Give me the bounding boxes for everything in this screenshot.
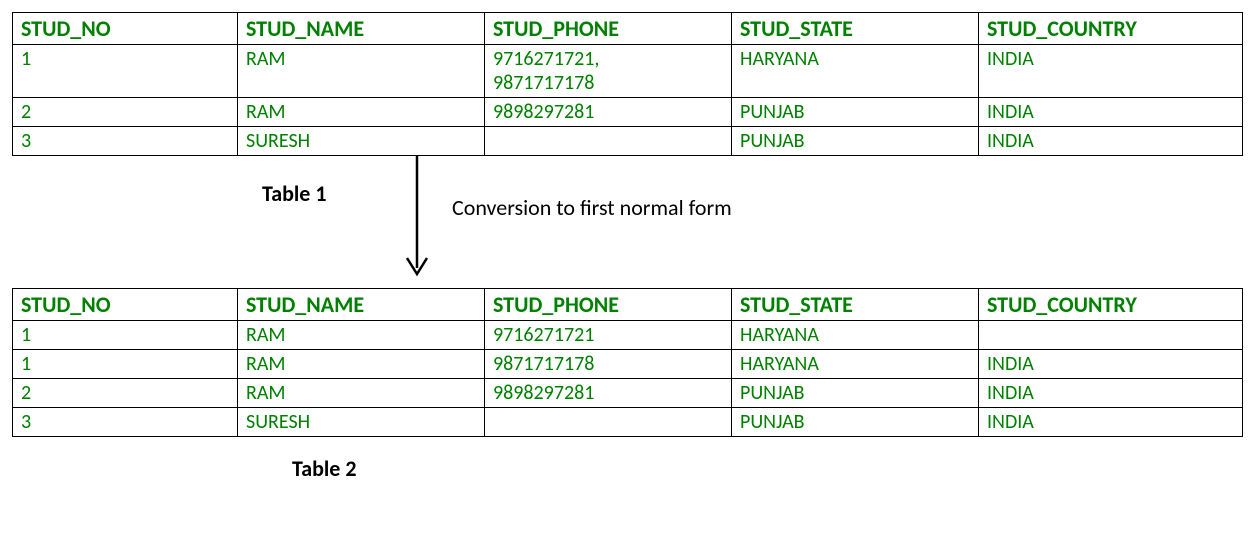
table-cell: INDIA [979,98,1243,127]
table-cell: INDIA [979,127,1243,156]
table-cell: RAM [238,45,485,98]
table-cell: 1 [13,350,238,379]
table-cell: HARYANA [732,350,979,379]
table-cell [485,408,732,437]
table-1-header: STUD_NAME [238,13,485,45]
table-2-header: STUD_COUNTRY [979,289,1243,321]
table-cell: 1 [13,45,238,98]
table-cell: PUNJAB [732,408,979,437]
table-2-caption: Table 2 [292,455,1245,482]
table-1: STUD_NO STUD_NAME STUD_PHONE STUD_STATE … [12,12,1243,156]
table-cell: 9898297281 [485,379,732,408]
table-cell: 9716271721, 9871717178 [485,45,732,98]
table-cell: 9716271721 [485,321,732,350]
table-cell: 3 [13,127,238,156]
table-cell: HARYANA [732,321,979,350]
table-cell: INDIA [979,45,1243,98]
table-row: 3 SURESH PUNJAB INDIA [13,127,1243,156]
table-2-header: STUD_STATE [732,289,979,321]
table-cell: INDIA [979,408,1243,437]
table-cell [485,127,732,156]
table-2-header: STUD_PHONE [485,289,732,321]
table-row: 2 RAM 9898297281 PUNJAB INDIA [13,379,1243,408]
table-row: 1 RAM 9716271721 HARYANA [13,321,1243,350]
table-cell: 2 [13,98,238,127]
table-cell [979,321,1243,350]
table-row: 1 RAM 9871717178 HARYANA INDIA [13,350,1243,379]
table-1-header: STUD_COUNTRY [979,13,1243,45]
table-cell: RAM [238,321,485,350]
table-1-header-row: STUD_NO STUD_NAME STUD_PHONE STUD_STATE … [13,13,1243,45]
table-cell: RAM [238,350,485,379]
table-2-header: STUD_NO [13,289,238,321]
table-cell: PUNJAB [732,379,979,408]
table-cell: 9898297281 [485,98,732,127]
table-cell: PUNJAB [732,127,979,156]
table-cell: 2 [13,379,238,408]
table-cell: 1 [13,321,238,350]
table-1-header: STUD_STATE [732,13,979,45]
table-cell: PUNJAB [732,98,979,127]
table-cell: RAM [238,379,485,408]
table-2-header: STUD_NAME [238,289,485,321]
table-cell: INDIA [979,379,1243,408]
table-cell: SURESH [238,127,485,156]
table-row: 3 SURESH PUNJAB INDIA [13,408,1243,437]
table-cell: HARYANA [732,45,979,98]
table-cell: RAM [238,98,485,127]
table-cell: 9871717178 [485,350,732,379]
table-row: 2 RAM 9898297281 PUNJAB INDIA [13,98,1243,127]
table-cell: INDIA [979,350,1243,379]
table-1-caption: Table 1 [262,180,327,207]
table-2: STUD_NO STUD_NAME STUD_PHONE STUD_STATE … [12,288,1243,437]
table-1-header: STUD_NO [13,13,238,45]
table-1-header: STUD_PHONE [485,13,732,45]
table-cell: 3 [13,408,238,437]
table-cell: SURESH [238,408,485,437]
conversion-label: Conversion to first normal form [452,194,732,221]
table-2-header-row: STUD_NO STUD_NAME STUD_PHONE STUD_STATE … [13,289,1243,321]
arrow-down-icon [402,156,432,282]
conversion-row: Table 1 Conversion to first normal form [12,162,1245,282]
table-row: 1 RAM 9716271721, 9871717178 HARYANA IND… [13,45,1243,98]
